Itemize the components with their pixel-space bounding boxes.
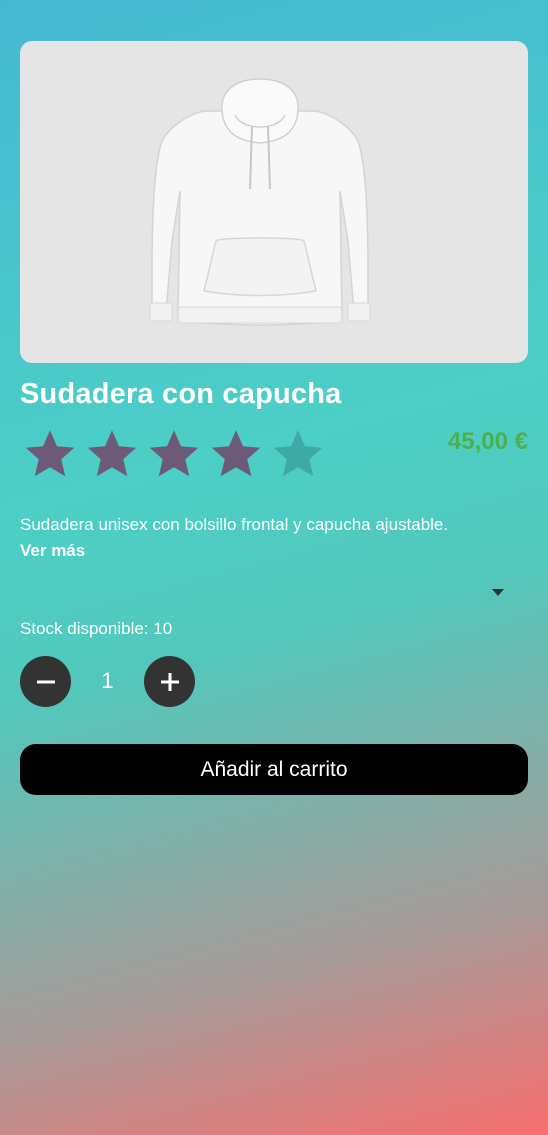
star-rating[interactable] [20, 424, 328, 484]
decrease-quantity-button[interactable] [20, 656, 71, 707]
hoodie-illustration [149, 78, 371, 326]
star-icon[interactable] [144, 424, 204, 484]
chevron-down-icon[interactable] [492, 589, 504, 596]
star-icon[interactable] [82, 424, 142, 484]
increase-quantity-button[interactable] [144, 656, 195, 707]
add-to-cart-button[interactable]: Añadir al carrito [20, 744, 528, 795]
product-price: 45,00 € [447, 428, 528, 455]
star-icon[interactable] [20, 424, 80, 484]
star-icon[interactable] [268, 424, 328, 484]
product-title: Sudadera con capucha [20, 378, 342, 410]
product-image [20, 41, 528, 363]
plus-icon [160, 672, 179, 691]
star-icon[interactable] [206, 424, 266, 484]
see-more-link[interactable]: Ver más [20, 541, 85, 561]
product-description: Sudadera unisex con bolsillo frontal y c… [20, 515, 449, 534]
stock-label: Stock disponible: 10 [20, 619, 173, 638]
minus-icon [36, 680, 55, 683]
quantity-value: 1 [101, 668, 114, 693]
